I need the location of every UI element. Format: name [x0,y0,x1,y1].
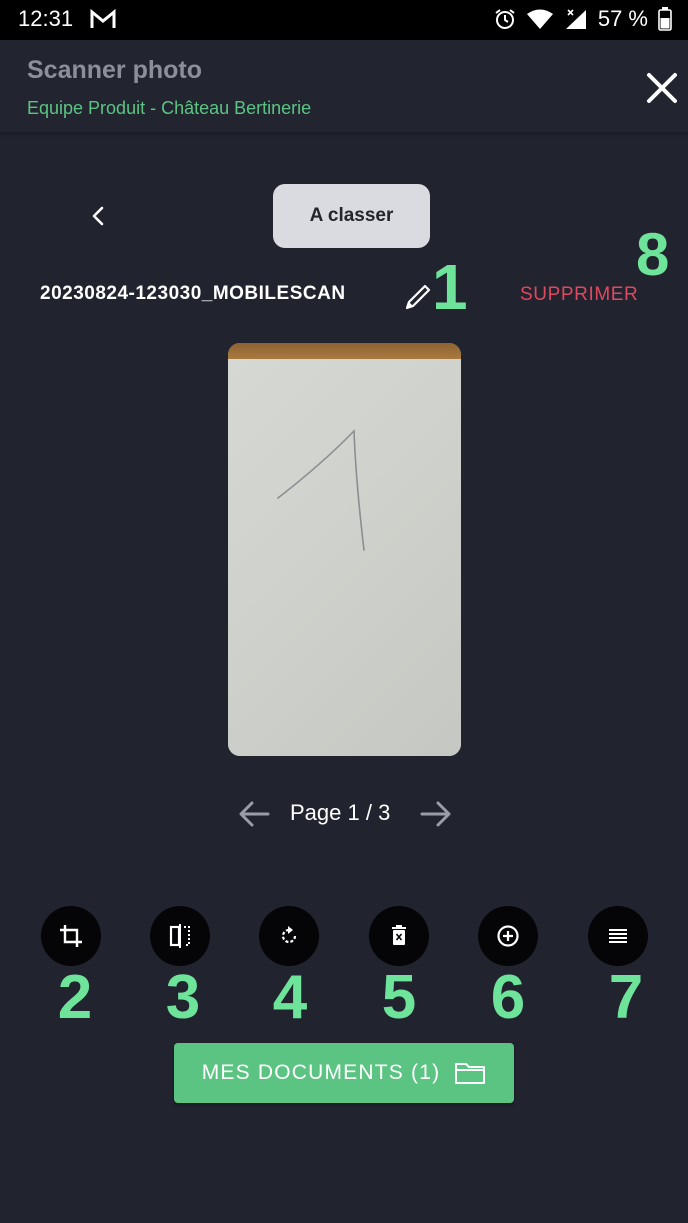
wifi-icon [526,8,554,30]
next-page-button[interactable] [418,798,454,830]
annotation-number-1: 1 [432,251,468,323]
signal-icon [564,8,588,30]
page-title: Scanner photo [27,56,203,84]
document-filename: 20230824-123030_MOBILESCAN [40,283,346,304]
handwritten-digit [277,429,365,551]
page-subtitle: Equipe Produit - Château Bertinerie [27,98,312,118]
back-button[interactable] [82,198,114,234]
page-indicator: Page 1 / 3 [290,800,391,825]
compare-button[interactable] [150,906,210,966]
arrow-left-icon [239,801,270,827]
add-page-button[interactable] [478,906,538,966]
battery-percent: 57 % [597,6,648,31]
status-time: 12:31 [18,6,74,31]
crop-icon [60,925,82,947]
rotate-button[interactable] [259,906,319,966]
crop-button[interactable] [41,906,101,966]
annotation-number-6: 6 [490,963,526,1032]
previous-page-button[interactable] [236,798,272,830]
alarm-icon [494,8,516,30]
rotate-icon [281,926,297,944]
annotation-number-3: 3 [165,963,201,1032]
status-indicators: 57 % [494,6,672,32]
classer-button[interactable]: A classer [273,184,430,248]
annotation-number-8: 8 [636,221,670,288]
my-documents-label: MES DOCUMENTS (1) [201,1061,441,1084]
chevron-left-icon [92,206,104,226]
battery-icon [658,7,672,31]
delete-page-icon [392,925,406,945]
annotation-number-5: 5 [381,963,417,1032]
reorder-button[interactable] [588,906,648,966]
arrow-right-icon [420,801,451,827]
add-icon [497,925,519,947]
my-documents-button[interactable]: MES DOCUMENTS (1) [174,1043,514,1103]
annotation-number-4: 4 [272,963,308,1032]
folder-icon [455,1063,486,1084]
annotation-number-7: 7 [608,963,644,1032]
reorder-icon [609,929,627,943]
delete-button[interactable]: SUPPRIMER [520,284,638,306]
compare-icon [169,924,190,948]
document-photo [228,343,461,756]
close-button[interactable] [644,70,680,106]
close-icon [647,73,677,103]
annotation-number-2: 2 [57,963,93,1032]
delete-page-button[interactable] [369,906,429,966]
edit-icon[interactable] [402,281,434,313]
gmail-icon [90,8,116,30]
